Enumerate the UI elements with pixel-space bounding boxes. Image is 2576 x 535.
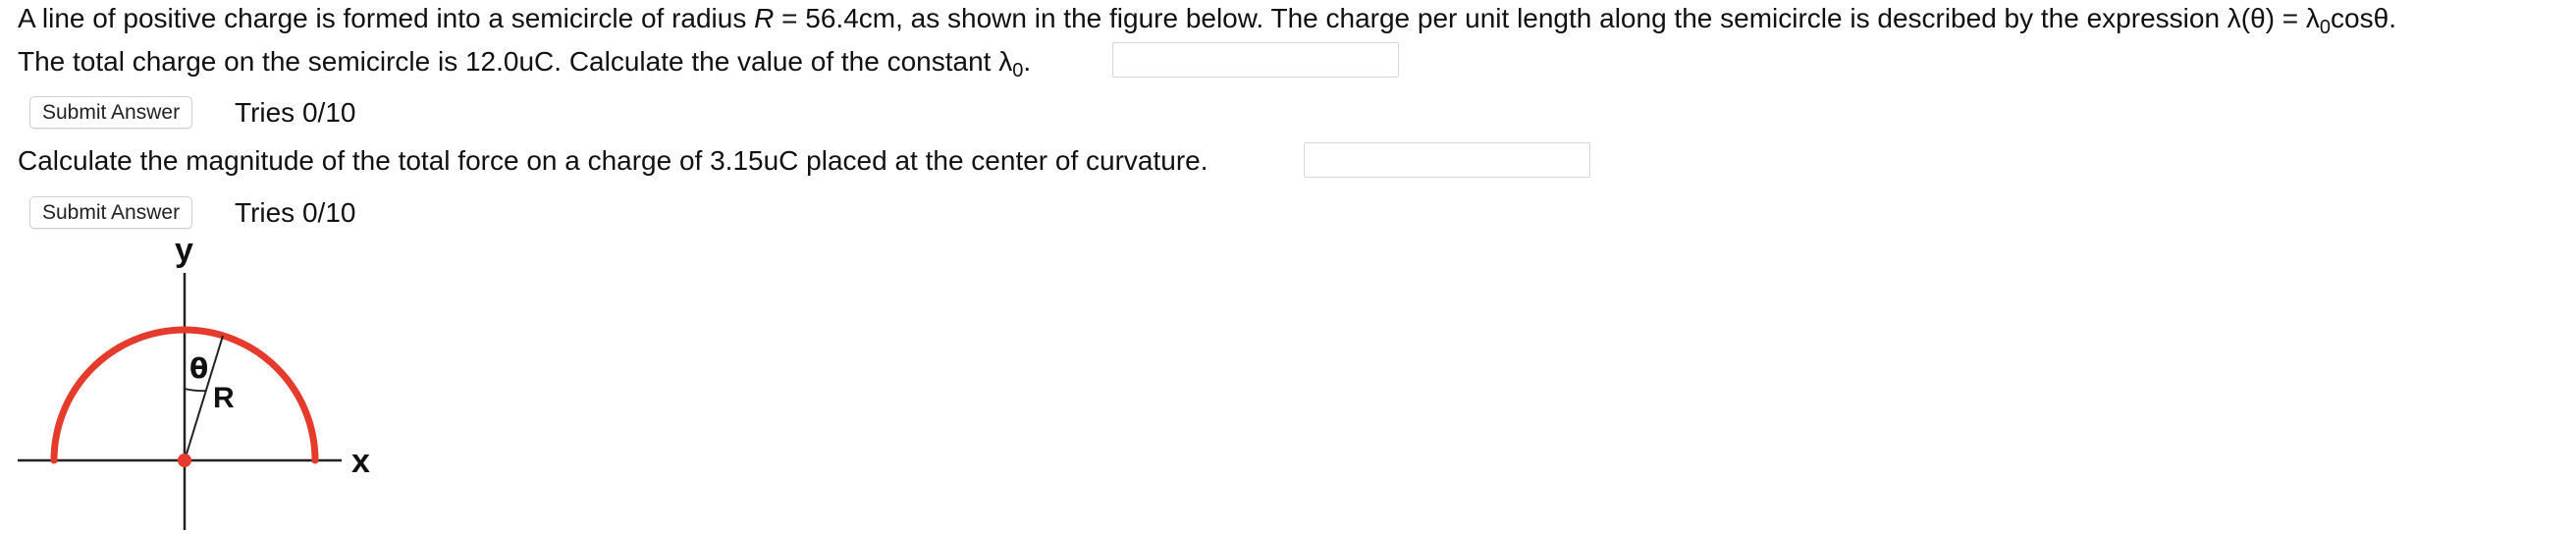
question1-text-line2: The total charge on the semicircle is 12… [18, 45, 1031, 81]
semicircle-diagram: y x θ R [18, 232, 370, 530]
question1-text-line1: A line of positive charge is formed into… [18, 2, 2396, 38]
x-axis-label: x [351, 443, 370, 480]
lambda-subscript: 0 [2319, 17, 2332, 38]
question1-line2-suffix: . [1023, 46, 1032, 77]
question1-line1-mid: = 56.4cm, as shown in the figure below. … [774, 3, 2320, 33]
y-axis-label: y [175, 234, 193, 269]
question1-line2-prefix: The total charge on the semicircle is 12… [18, 46, 1013, 77]
radius-symbol: R [754, 3, 775, 33]
tries-counter-2: Tries 0/10 [235, 197, 356, 228]
question1-line1-prefix: A line of positive charge is formed into… [18, 3, 755, 33]
theta-angle-arc [184, 388, 206, 392]
tries-counter-1: Tries 0/10 [235, 97, 356, 128]
lambda0-answer-input[interactable] [1112, 42, 1399, 78]
question1-line1-suffix: cosθ. [2331, 3, 2396, 33]
submit-answer-button-1[interactable]: Submit Answer [29, 96, 193, 129]
problem-page: A line of positive charge is formed into… [0, 0, 2576, 530]
force-answer-input[interactable] [1304, 142, 1590, 178]
radius-label: R [213, 382, 235, 414]
submit-answer-button-2[interactable]: Submit Answer [29, 196, 193, 229]
semicircle-figure: y x θ R [0, 232, 412, 530]
theta-label: θ [189, 352, 208, 385]
question2-text: Calculate the magnitude of the total for… [18, 145, 1208, 176]
lambda0-subscript: 0 [1012, 60, 1024, 81]
center-charge-point [178, 454, 191, 467]
